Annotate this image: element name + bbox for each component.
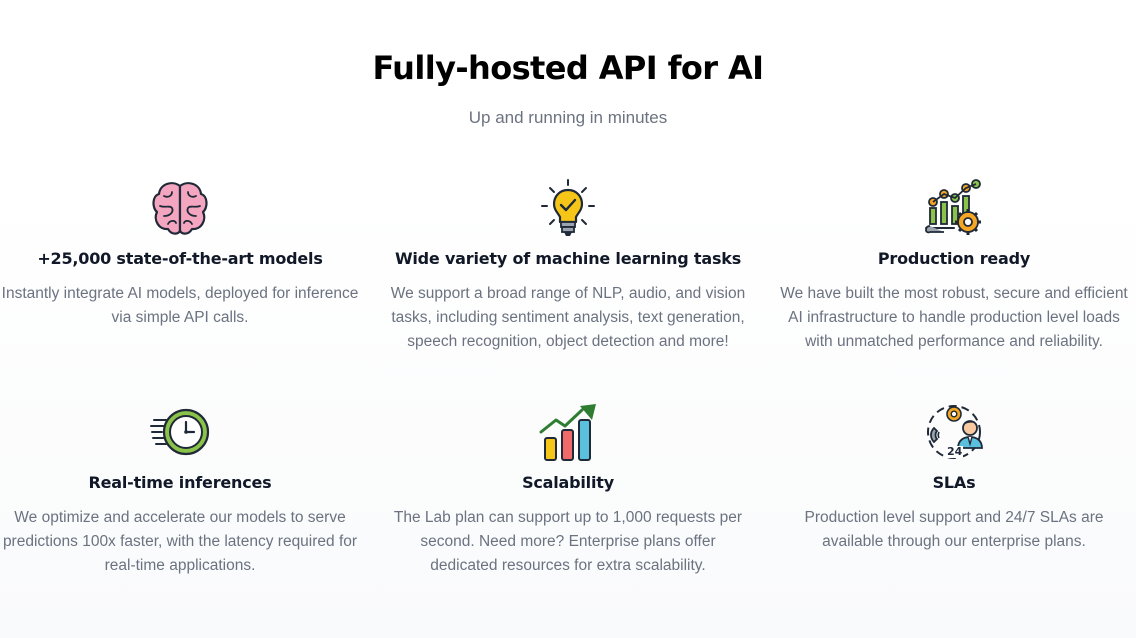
feature-description: Instantly integrate AI models, deployed … [1,285,359,326]
feature-title: SLAs [932,473,976,492]
feature-description: We have built the most robust, secure an… [780,285,1128,350]
feature-description: Production level support and 24/7 SLAs a… [804,509,1104,550]
lightbulb-icon [538,178,598,238]
feature-title: Wide variety of machine learning tasks [394,249,742,268]
clock-icon [150,402,210,462]
feature-title: Scalability [522,473,614,492]
feature-title: Real-time inferences [88,473,272,492]
brain-icon [150,178,210,238]
section-heading: Fully-hosted API for AI [372,49,765,87]
section-subheading: Up and running in minutes [468,108,668,127]
chart-gear-icon [924,178,984,238]
feature-title: Production ready [877,249,1031,268]
features-section: Fully-hosted API for AI Up and running i… [0,0,1136,638]
support-agent-icon: 24 [924,402,984,462]
growth-chart-icon [538,402,598,462]
feature-description: We support a broad range of NLP, audio, … [390,285,746,350]
feature-title: +25,000 state-of-the-art models [37,249,323,268]
feature-description: We optimize and accelerate our models to… [2,509,358,574]
icon-label-24: 24 [946,445,964,458]
feature-description: The Lab plan can support up to 1,000 req… [393,509,743,574]
